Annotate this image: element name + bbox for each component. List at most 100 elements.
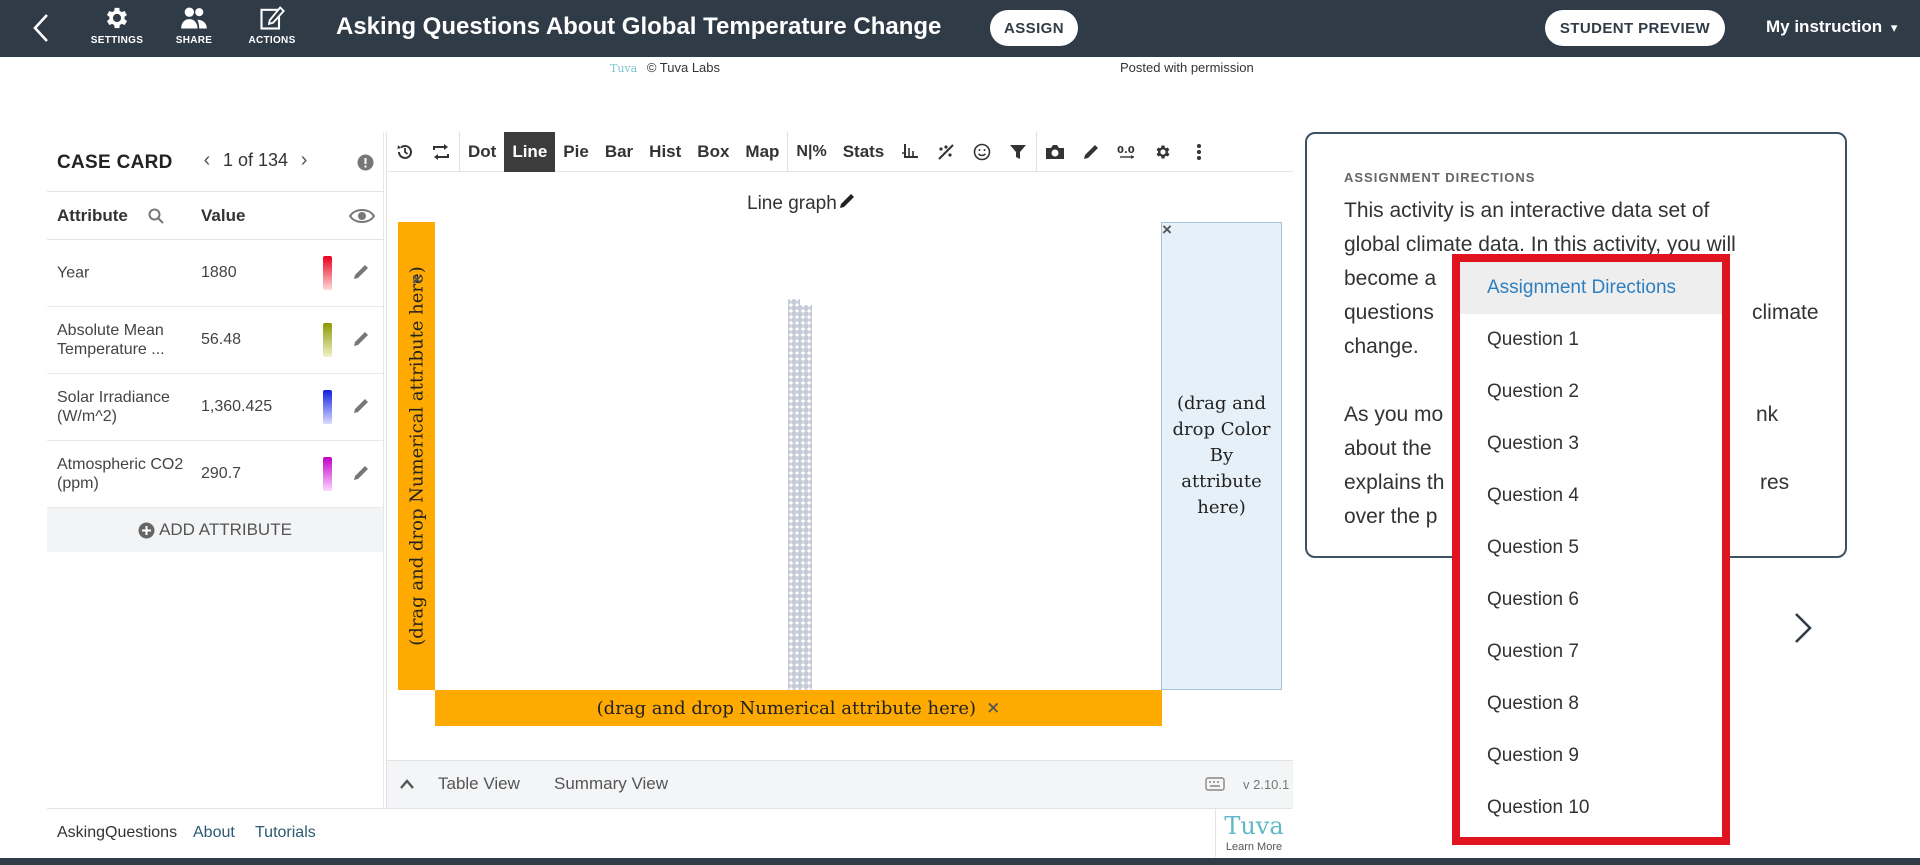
emoji-button[interactable]: [964, 132, 1000, 172]
graph-settings-button[interactable]: [1145, 132, 1181, 172]
info-icon[interactable]: [357, 154, 374, 171]
tuva-logo[interactable]: Tuva Learn More: [1215, 809, 1292, 857]
copyright-text: © Tuva Labs: [646, 60, 721, 75]
color-scale-swatch[interactable]: [323, 323, 332, 357]
dot-stack: [788, 299, 812, 690]
footer-link-about[interactable]: About: [193, 824, 235, 842]
keyboard-icon[interactable]: [1205, 777, 1225, 791]
search-icon[interactable]: [148, 208, 164, 224]
stats-button[interactable]: Stats: [835, 132, 893, 172]
color-by-drop-zone[interactable]: (drag and drop Color By attribute here): [1161, 222, 1282, 690]
attribute-value: 1,360.425: [201, 398, 273, 415]
swap-axes-button[interactable]: [423, 132, 459, 172]
case-card-column-header: Attribute Value: [47, 192, 383, 240]
assign-button[interactable]: ASSIGN: [990, 10, 1078, 46]
trend-line-button[interactable]: [928, 132, 964, 172]
pencil-icon[interactable]: [351, 329, 371, 349]
x-axis-drop-zone[interactable]: (drag and drop Numerical attribute here)…: [435, 690, 1162, 726]
graph-type-dot[interactable]: Dot: [460, 132, 504, 172]
pencil-icon[interactable]: [351, 463, 371, 483]
eye-icon[interactable]: [349, 207, 375, 225]
graph-type-bar[interactable]: Bar: [597, 132, 641, 172]
graph-type-box[interactable]: Box: [689, 132, 737, 172]
student-preview-button[interactable]: STUDENT PREVIEW: [1545, 10, 1725, 46]
next-question-icon[interactable]: [1790, 610, 1816, 646]
settings-button[interactable]: SETTINGS: [85, 4, 149, 52]
x-axis-drop-label: (drag and drop Numerical attribute here): [596, 697, 977, 719]
pencil-icon[interactable]: [351, 396, 371, 416]
value-column-label: Value: [201, 206, 246, 225]
pencil-icon[interactable]: [351, 262, 371, 282]
menu-item-question-3[interactable]: Question 3: [1460, 418, 1722, 470]
color-scale-swatch[interactable]: [323, 390, 332, 424]
case-pager: ‹ 1 of 134 ›: [197, 149, 314, 172]
menu-item-question-10[interactable]: Question 10: [1460, 782, 1722, 834]
add-attribute-label: ADD ATTRIBUTE: [159, 520, 292, 539]
attribute-value: 1880: [201, 264, 237, 281]
next-case-icon[interactable]: ›: [294, 149, 314, 172]
my-instruction-dropdown[interactable]: My instruction ▾: [1766, 17, 1897, 37]
count-percent-toggle[interactable]: N|%: [788, 132, 834, 172]
graph-type-map[interactable]: Map: [737, 132, 787, 172]
learn-more-link[interactable]: Learn More: [1216, 841, 1292, 853]
menu-item-question-4[interactable]: Question 4: [1460, 470, 1722, 522]
color-by-close-icon[interactable]: ×: [1162, 220, 1172, 240]
y-axis-drop-zone[interactable]: (drag and drop Numerical attribute here): [398, 222, 435, 690]
case-position: 1 of 134: [223, 150, 289, 170]
menu-item-assignment-directions[interactable]: Assignment Directions: [1460, 262, 1722, 314]
snapshot-button[interactable]: [1037, 132, 1073, 172]
share-button[interactable]: SHARE: [162, 4, 226, 52]
footer-link-askingquestions[interactable]: AskingQuestions: [57, 824, 177, 842]
top-bar: SETTINGS SHARE ACTIONS Asking Questions …: [0, 0, 1920, 57]
users-icon: [181, 7, 207, 29]
kebab-icon: [1197, 143, 1202, 160]
filter-button[interactable]: [1000, 132, 1036, 172]
tuva-logo-text: Tuva: [1224, 812, 1284, 840]
menu-item-question-7[interactable]: Question 7: [1460, 626, 1722, 678]
footer-link-tutorials[interactable]: Tutorials: [255, 824, 316, 842]
graph-title-text: Line graph: [747, 193, 837, 214]
pencil-icon[interactable]: [838, 192, 856, 210]
table-view-tab[interactable]: Table View: [438, 774, 520, 794]
decimal-button[interactable]: 0.0: [1109, 132, 1145, 172]
graph-type-pie[interactable]: Pie: [555, 132, 597, 172]
chevron-up-icon[interactable]: [400, 779, 414, 789]
actions-button[interactable]: ACTIONS: [240, 4, 304, 52]
case-card-title: CASE CARD: [57, 152, 173, 173]
color-scale-swatch[interactable]: [323, 256, 332, 290]
prev-case-icon[interactable]: ‹: [197, 149, 217, 172]
graph-title[interactable]: Line graph: [747, 192, 856, 215]
tuva-mini-logo: Tuva: [610, 62, 638, 75]
attribute-row-year[interactable]: Year 1880: [47, 240, 383, 307]
y-axis-drop-label: (drag and drop Numerical attribute here): [406, 266, 427, 646]
reset-button[interactable]: [387, 132, 423, 172]
x-axis-close-icon[interactable]: ×: [986, 698, 1000, 718]
axis-lines-button[interactable]: [892, 132, 928, 172]
draw-button[interactable]: [1073, 132, 1109, 172]
menu-item-question-8[interactable]: Question 8: [1460, 678, 1722, 730]
menu-item-question-1[interactable]: Question 1: [1460, 314, 1722, 366]
y-axis-close-icon[interactable]: ×: [412, 270, 422, 290]
attribute-row-co2[interactable]: Atmospheric CO2 (ppm) 290.7: [47, 441, 383, 508]
summary-view-tab[interactable]: Summary View: [554, 774, 668, 794]
attribute-row-temperature[interactable]: Absolute Mean Temperature ... 56.48: [47, 307, 383, 374]
back-button[interactable]: [26, 12, 56, 44]
add-attribute-button[interactable]: ADD ATTRIBUTE: [47, 508, 383, 552]
menu-item-question-5[interactable]: Question 5: [1460, 522, 1722, 574]
axis-ruler-icon: [902, 143, 919, 158]
attribute-row-solar[interactable]: Solar Irradiance (W/m^2) 1,360.425: [47, 374, 383, 441]
color-scale-swatch[interactable]: [323, 457, 332, 491]
decimal-icon: 0.0: [1117, 145, 1135, 159]
graph-type-line[interactable]: Line: [504, 131, 556, 172]
graph-toolbar: Dot Line Pie Bar Hist Box Map N|% Stats …: [387, 131, 1293, 172]
menu-item-question-6[interactable]: Question 6: [1460, 574, 1722, 626]
edit-icon: [260, 6, 285, 30]
menu-item-question-2[interactable]: Question 2: [1460, 366, 1722, 418]
share-label: SHARE: [175, 35, 213, 46]
more-options-button[interactable]: [1181, 132, 1217, 172]
attribute-value: 290.7: [201, 465, 242, 482]
case-card-header: CASE CARD ‹ 1 of 134 ›: [47, 132, 383, 192]
color-by-drop-label: (drag and drop Color By attribute here): [1172, 393, 1271, 518]
graph-type-hist[interactable]: Hist: [641, 132, 689, 172]
menu-item-question-9[interactable]: Question 9: [1460, 730, 1722, 782]
